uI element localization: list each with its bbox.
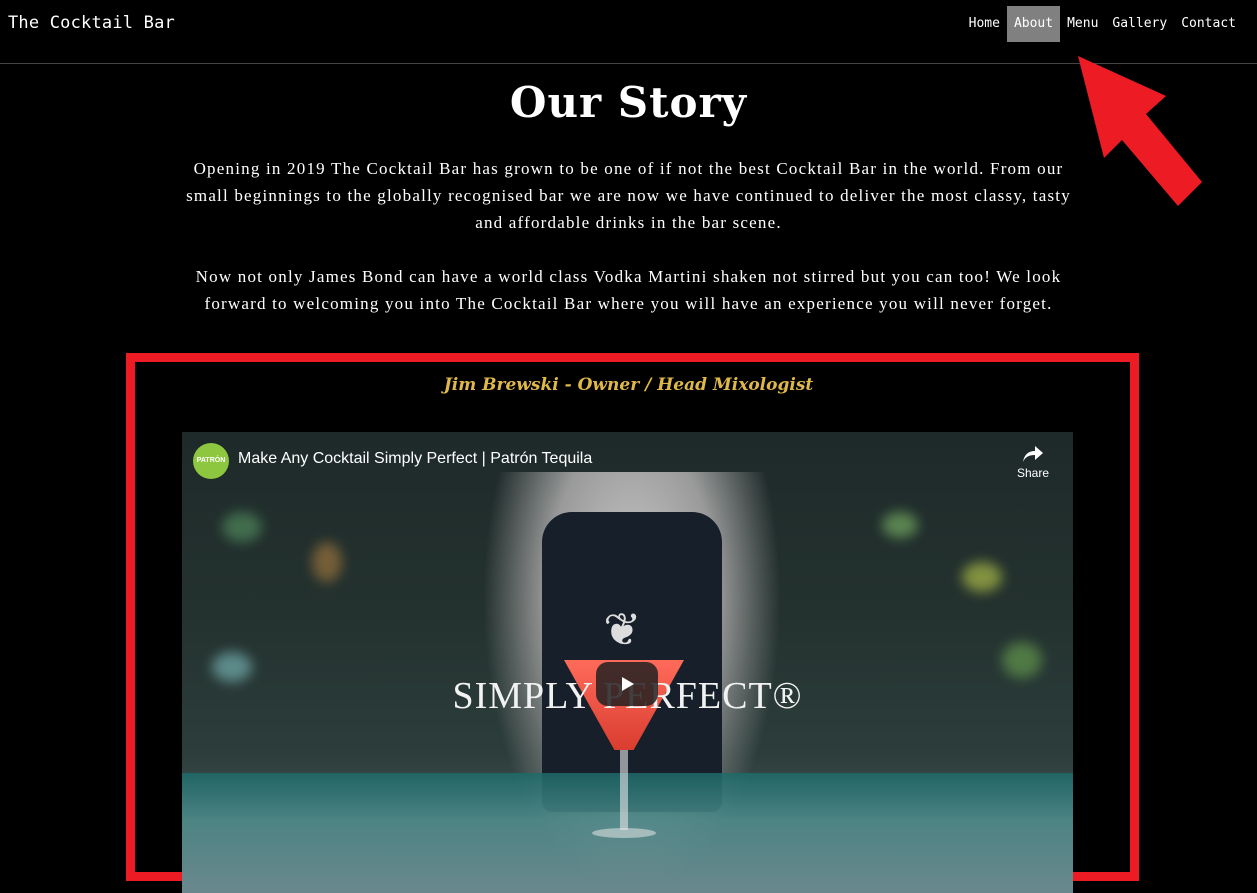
nav-item-menu[interactable]: Menu — [1060, 6, 1105, 42]
play-icon — [622, 677, 634, 691]
video-player[interactable]: ❦ SIMPLY PERFECT® PATRÓN Make Any Cockta… — [182, 432, 1073, 893]
bee-logo-icon: ❦ — [604, 594, 638, 659]
nav-item-contact[interactable]: Contact — [1174, 6, 1243, 42]
story-text: Opening in 2019 The Cocktail Bar has gro… — [176, 155, 1081, 344]
owner-caption: Jim Brewski - Owner / Head Mixologist — [443, 375, 814, 395]
play-button[interactable] — [596, 662, 658, 706]
site-brand[interactable]: The Cocktail Bar — [8, 13, 175, 33]
nav-item-about[interactable]: About — [1006, 6, 1061, 42]
channel-avatar[interactable]: PATRÓN — [193, 443, 229, 479]
share-label: Share — [1016, 466, 1049, 480]
share-button[interactable]: Share — [1017, 444, 1049, 480]
nav-item-home[interactable]: Home — [962, 6, 1007, 42]
nav-menu: Home About Menu Gallery Contact — [962, 6, 1243, 42]
video-title[interactable]: Make Any Cocktail Simply Perfect | Patró… — [238, 450, 592, 468]
share-icon — [1022, 446, 1043, 462]
nav-item-gallery[interactable]: Gallery — [1105, 6, 1174, 42]
glass-base — [592, 828, 656, 838]
arrow-icon — [1078, 56, 1202, 206]
glass-stem — [620, 750, 628, 830]
story-paragraph: Opening in 2019 The Cocktail Bar has gro… — [186, 159, 1071, 232]
story-paragraph: Now not only James Bond can have a world… — [195, 267, 1062, 313]
